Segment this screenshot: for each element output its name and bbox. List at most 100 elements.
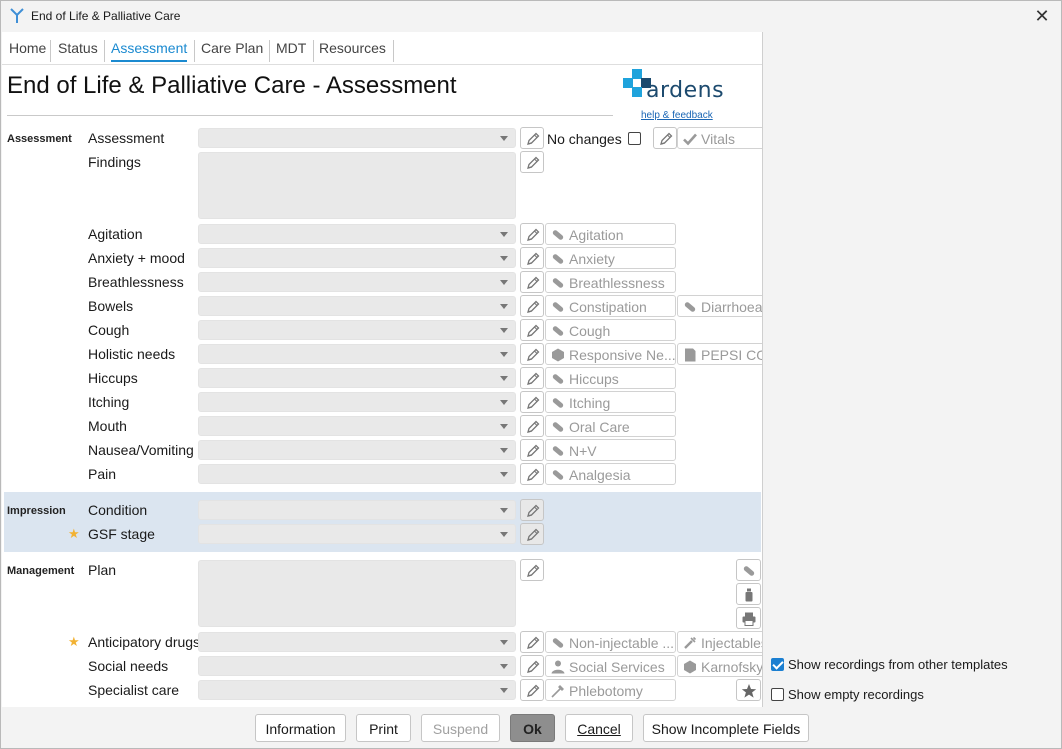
specialist-care-dropdown[interactable] (198, 680, 516, 700)
suspend-button[interactable]: Suspend (421, 714, 500, 742)
show-other-templates-label: Show recordings from other templates (788, 657, 1008, 672)
anxiety-mood-dropdown[interactable] (198, 248, 516, 268)
cough-tag-button[interactable]: Cough (545, 319, 676, 341)
injectables-tag-button[interactable]: Injectables (677, 631, 762, 653)
printer-icon[interactable] (736, 607, 761, 629)
print-button[interactable]: Print (356, 714, 411, 742)
cancel-button[interactable]: Cancel (565, 714, 633, 742)
ardens-logo-text: ardens (646, 78, 725, 103)
ok-button[interactable]: Ok (510, 714, 555, 742)
star-favourite-icon[interactable] (736, 679, 761, 701)
pen-icon[interactable] (520, 271, 544, 293)
hiccups-tag-button[interactable]: Hiccups (545, 367, 676, 389)
plan-textarea[interactable] (198, 560, 516, 627)
no-changes-label: No changes (547, 131, 622, 147)
gsf-stage-dropdown[interactable] (198, 524, 516, 544)
itching-dropdown[interactable] (198, 392, 516, 412)
bottle-icon[interactable] (736, 583, 761, 605)
anticipatory-drugs-dropdown[interactable] (198, 632, 516, 652)
row-label-agitation: Agitation (88, 226, 143, 242)
analgesia-tag-button[interactable]: Analgesia (545, 463, 676, 485)
pen-icon[interactable] (520, 151, 544, 173)
bowels-dropdown[interactable] (198, 296, 516, 316)
button-bar: Information Print Suspend Ok Cancel Show… (1, 707, 1061, 749)
document-icon (682, 347, 698, 363)
title-bar: End of Life & Palliative Care ✕ (1, 1, 1061, 32)
findings-textarea[interactable] (198, 152, 516, 219)
hiccups-dropdown[interactable] (198, 368, 516, 388)
holistic-needs-dropdown[interactable] (198, 344, 516, 364)
tab-assessment[interactable]: Assessment (111, 40, 188, 62)
pen-icon[interactable] (520, 223, 544, 245)
show-other-templates-checkbox[interactable] (771, 658, 784, 671)
pen-icon[interactable] (520, 631, 544, 653)
medication-pill-icon[interactable] (736, 559, 761, 581)
cough-dropdown[interactable] (198, 320, 516, 340)
condition-dropdown[interactable] (198, 500, 516, 520)
karnofsky-tag-button[interactable]: Karnofsky (677, 655, 762, 677)
chevron-down-icon (500, 664, 508, 669)
pen-icon[interactable] (520, 679, 544, 701)
tab-mdt[interactable]: MDT (276, 40, 306, 62)
row-label-social-needs: Social needs (88, 658, 169, 674)
pen-icon[interactable] (520, 463, 544, 485)
agitation-tag-button[interactable]: Agitation (545, 223, 676, 245)
tab-home[interactable]: Home (9, 40, 46, 62)
diarrhoea-tag-button[interactable]: Diarrhoea (677, 295, 762, 317)
close-icon[interactable]: ✕ (1031, 5, 1053, 27)
vitals-button[interactable]: Vitals (677, 127, 762, 149)
nausea-vomiting-dropdown[interactable] (198, 440, 516, 460)
chevron-down-icon (500, 688, 508, 693)
responsive-needs-tag-button[interactable]: Responsive Ne... (545, 343, 676, 365)
information-button[interactable]: Information (255, 714, 346, 742)
pepsi-co-tag-button[interactable]: PEPSI CO (677, 343, 762, 365)
pen-icon[interactable] (520, 655, 544, 677)
no-changes-checkbox[interactable] (628, 132, 641, 145)
constipation-tag-button[interactable]: Constipation (545, 295, 676, 317)
pen-icon[interactable] (653, 127, 677, 149)
pen-icon[interactable] (520, 391, 544, 413)
tab-status[interactable]: Status (58, 40, 98, 62)
itching-tag-button[interactable]: Itching (545, 391, 676, 413)
pen-icon[interactable] (520, 295, 544, 317)
pen-icon[interactable] (520, 319, 544, 341)
pen-icon[interactable] (520, 523, 544, 545)
pen-icon[interactable] (520, 343, 544, 365)
pen-icon[interactable] (520, 247, 544, 269)
pen-icon[interactable] (520, 439, 544, 461)
chevron-down-icon (500, 508, 508, 513)
chevron-down-icon (500, 532, 508, 537)
mouth-dropdown[interactable] (198, 416, 516, 436)
chevron-down-icon (500, 136, 508, 141)
show-empty-recordings-checkbox[interactable] (771, 688, 784, 701)
agitation-dropdown[interactable] (198, 224, 516, 244)
pen-icon[interactable] (520, 499, 544, 521)
pen-icon[interactable] (520, 415, 544, 437)
nv-tag-button[interactable]: N+V (545, 439, 676, 461)
pen-icon[interactable] (520, 559, 544, 581)
help-feedback-link[interactable]: help & feedback (641, 110, 713, 121)
pain-dropdown[interactable] (198, 464, 516, 484)
pen-icon[interactable] (520, 367, 544, 389)
tab-resources[interactable]: Resources (319, 40, 386, 62)
row-label-anticipatory-drugs: Anticipatory drugs (88, 634, 201, 650)
breathlessness-dropdown[interactable] (198, 272, 516, 292)
show-empty-recordings-label: Show empty recordings (788, 687, 924, 702)
oral-care-tag-button[interactable]: Oral Care (545, 415, 676, 437)
assessment-dropdown[interactable] (198, 128, 516, 148)
non-injectable-tag-button[interactable]: Non-injectable ... (545, 631, 676, 653)
pill-icon (550, 251, 566, 267)
application-window: End of Life & Palliative Care ✕ Home Sta… (0, 0, 1062, 749)
phlebotomy-tag-button[interactable]: Phlebotomy (545, 679, 676, 701)
pill-icon (550, 323, 566, 339)
social-services-tag-button[interactable]: Social Services (545, 655, 676, 677)
chevron-down-icon (500, 304, 508, 309)
row-label-gsf-stage: GSF stage (88, 526, 155, 542)
social-needs-dropdown[interactable] (198, 656, 516, 676)
anxiety-tag-button[interactable]: Anxiety (545, 247, 676, 269)
breathlessness-tag-button[interactable]: Breathlessness (545, 271, 676, 293)
star-icon: ★ (68, 526, 80, 541)
show-incomplete-fields-button[interactable]: Show Incomplete Fields (643, 714, 809, 742)
tab-care-plan[interactable]: Care Plan (201, 40, 263, 62)
pen-icon[interactable] (520, 127, 544, 149)
